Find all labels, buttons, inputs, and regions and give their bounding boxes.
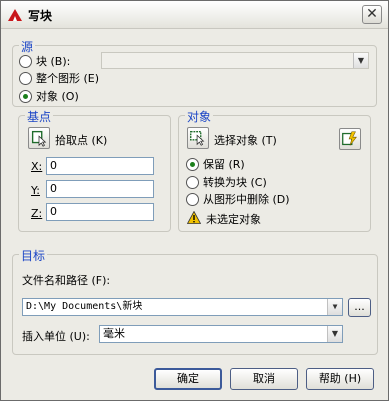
x-field[interactable]: 0 (46, 157, 154, 175)
file-path-value: D:\My Documents\新块 (26, 301, 143, 312)
ok-button[interactable]: 确定 (154, 368, 222, 390)
block-combo-arrow-icon: ▼ (353, 53, 368, 68)
insert-units-combo[interactable]: 毫米 ▼ (99, 325, 343, 343)
radio-block[interactable]: 块 (B): (19, 53, 70, 69)
no-objects-selected-text: 未选定对象 (206, 213, 261, 226)
radio-convert-circle[interactable] (186, 175, 199, 189)
target-group-label: 目标 (19, 247, 48, 264)
write-block-dialog: 写块 ✕ 源 块 (B): ▼ 整个图形 (E) 对象 (O) 基点 拾取点 (… (0, 0, 389, 401)
help-button[interactable]: 帮助 (H) (306, 368, 374, 390)
radio-convert-label: 转换为块 (C) (203, 176, 267, 189)
radio-objects-circle[interactable] (19, 89, 32, 103)
radio-objects-label: 对象 (O) (36, 90, 79, 103)
file-path-arrow-icon[interactable]: ▼ (327, 299, 342, 315)
select-objects-icon (190, 130, 205, 146)
radio-delete-label: 从图形中删除 (D) (203, 193, 290, 206)
browse-button[interactable]: ... (348, 298, 371, 317)
radio-entire-drawing[interactable]: 整个图形 (E) (19, 70, 99, 86)
pick-point-button[interactable] (28, 127, 50, 149)
pick-point-label: 拾取点 (K) (55, 134, 108, 147)
block-name-combo: ▼ (101, 52, 369, 69)
autocad-app-icon (8, 9, 22, 21)
radio-retain[interactable]: 保留 (R) (186, 156, 245, 172)
insert-units-value: 毫米 (103, 327, 125, 340)
objects-group-label: 对象 (185, 108, 214, 125)
title-bar: 写块 ✕ (1, 1, 388, 29)
radio-entire-circle[interactable] (19, 71, 32, 85)
insert-units-arrow-icon[interactable]: ▼ (327, 326, 342, 342)
radio-retain-circle[interactable] (186, 157, 199, 171)
warning-icon (187, 211, 201, 224)
radio-entire-label: 整个图形 (E) (36, 72, 100, 85)
radio-delete-from-drawing[interactable]: 从图形中删除 (D) (186, 191, 290, 207)
cancel-button[interactable]: 取消 (230, 368, 298, 390)
x-label: X: (31, 160, 43, 173)
y-field[interactable]: 0 (46, 180, 154, 198)
radio-block-label: 块 (B): (36, 55, 71, 68)
radio-objects[interactable]: 对象 (O) (19, 88, 79, 104)
file-path-label: 文件名和路径 (F): (22, 274, 111, 287)
radio-block-circle[interactable] (19, 54, 32, 68)
select-objects-button[interactable] (187, 127, 209, 149)
y-label: Y: (31, 184, 40, 197)
quick-select-button[interactable] (339, 128, 361, 150)
select-objects-label: 选择对象 (T) (214, 134, 277, 147)
file-path-combo[interactable]: D:\My Documents\新块 ▼ (22, 298, 343, 316)
base-point-group-label: 基点 (25, 108, 54, 125)
z-field[interactable]: 0 (46, 203, 154, 221)
insert-units-label: 插入单位 (U): (22, 330, 90, 343)
z-label: Z: (31, 207, 43, 220)
window-title: 写块 (28, 9, 53, 23)
close-button[interactable]: ✕ (362, 5, 382, 24)
radio-delete-circle[interactable] (186, 192, 199, 206)
radio-retain-label: 保留 (R) (203, 158, 245, 171)
quick-select-icon (342, 131, 357, 146)
radio-convert-to-block[interactable]: 转换为块 (C) (186, 174, 267, 190)
pick-point-icon (31, 130, 47, 147)
